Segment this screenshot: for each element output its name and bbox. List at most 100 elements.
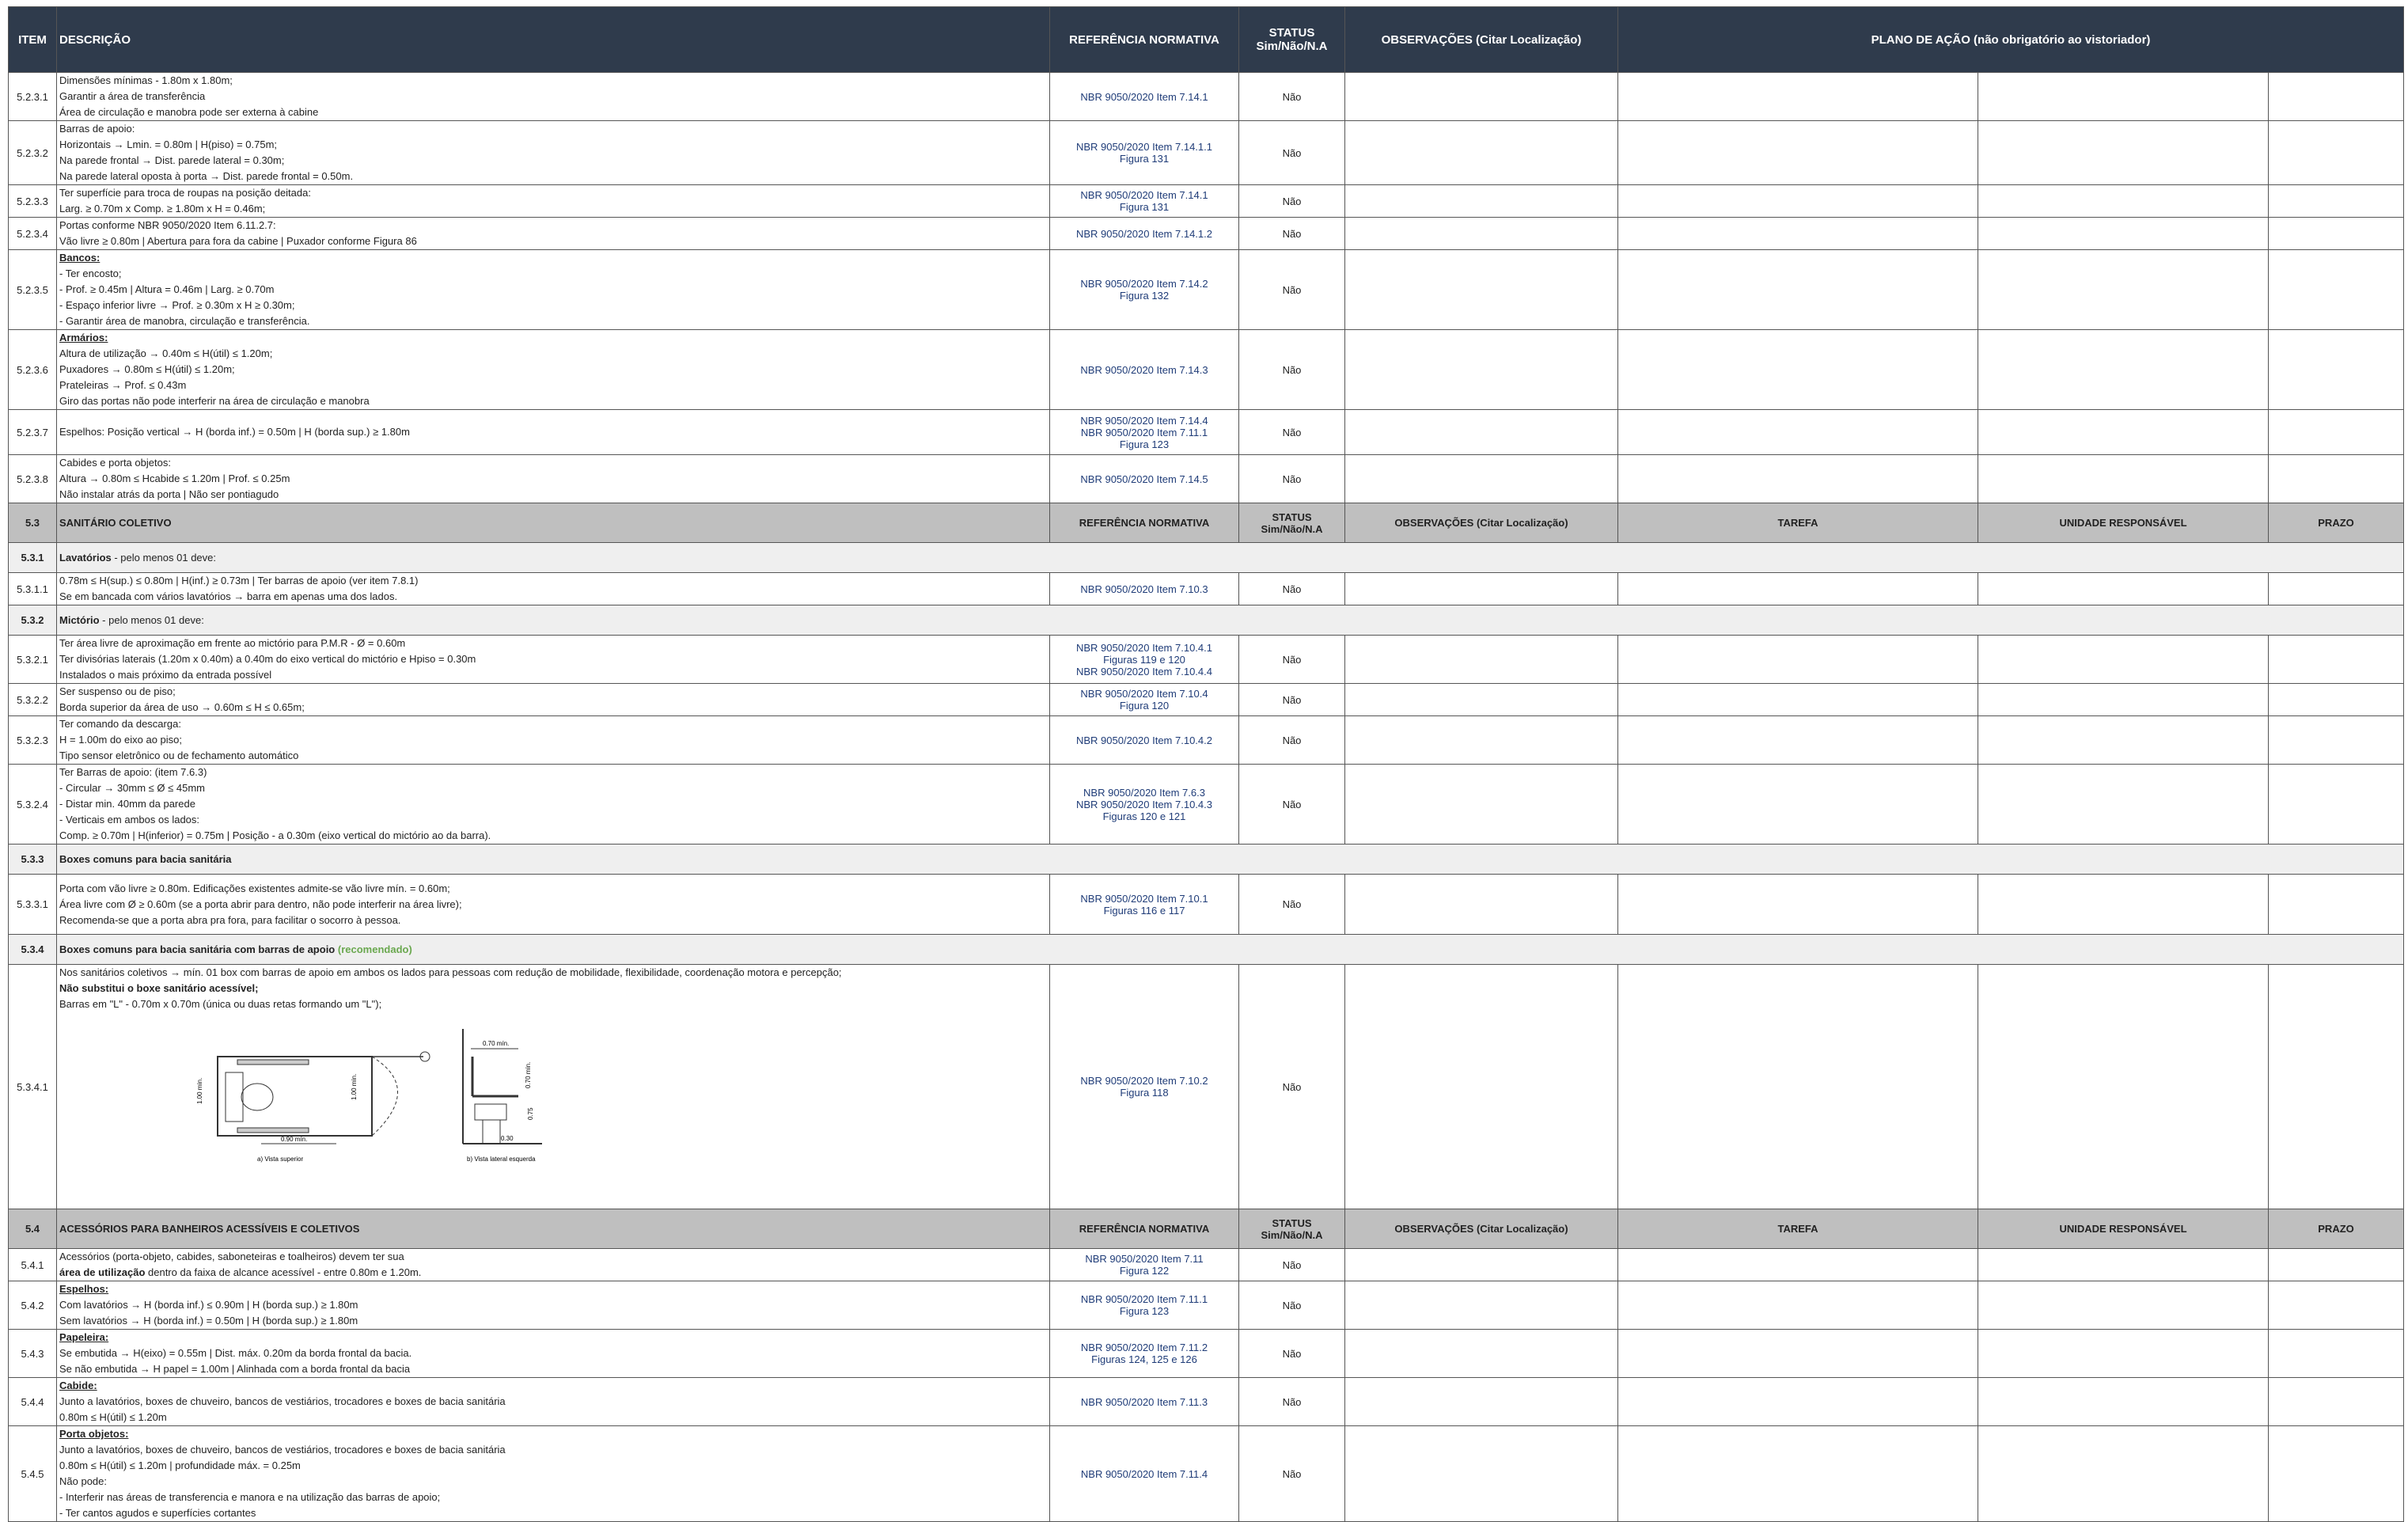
tarefa-cell[interactable] xyxy=(1617,874,1978,935)
unidade-cell[interactable] xyxy=(1978,72,2269,121)
prazo-cell[interactable] xyxy=(2267,249,2405,330)
observacoes-cell[interactable] xyxy=(1344,874,1618,935)
prazo-cell[interactable] xyxy=(2267,1425,2405,1522)
prazo-cell[interactable] xyxy=(2267,683,2405,716)
unidade-cell[interactable] xyxy=(1978,1377,2269,1426)
unidade-cell[interactable] xyxy=(1978,120,2269,185)
tarefa-cell[interactable] xyxy=(1617,217,1978,250)
status-value[interactable]: Não xyxy=(1238,635,1345,684)
unidade-cell[interactable] xyxy=(1978,1281,2269,1330)
tarefa-cell[interactable] xyxy=(1617,72,1978,121)
observacoes-cell[interactable] xyxy=(1344,635,1618,684)
prazo-cell[interactable] xyxy=(2267,635,2405,684)
tarefa-cell[interactable] xyxy=(1617,683,1978,716)
prazo-cell[interactable] xyxy=(2267,715,2405,765)
status-value[interactable]: Não xyxy=(1238,409,1345,455)
tarefa-cell[interactable] xyxy=(1617,764,1978,845)
prazo-cell[interactable] xyxy=(2267,409,2405,455)
unidade-cell[interactable] xyxy=(1978,764,2269,845)
tarefa-cell[interactable] xyxy=(1617,329,1978,410)
prazo-cell[interactable] xyxy=(2267,454,2405,503)
observacoes-cell[interactable] xyxy=(1344,764,1618,845)
status-value[interactable]: Não xyxy=(1238,1425,1345,1522)
observacoes-cell[interactable] xyxy=(1344,249,1618,330)
prazo-cell[interactable] xyxy=(2267,72,2405,121)
unidade-cell[interactable] xyxy=(1978,874,2269,935)
status-value[interactable]: Não xyxy=(1238,72,1345,121)
prazo-cell[interactable] xyxy=(2267,120,2405,185)
status-value[interactable]: Não xyxy=(1238,184,1345,218)
status-value[interactable]: Não xyxy=(1238,683,1345,716)
prazo-cell[interactable] xyxy=(2267,1248,2405,1281)
prazo-cell[interactable] xyxy=(2267,1329,2405,1378)
observacoes-cell[interactable] xyxy=(1344,715,1618,765)
status-value[interactable]: Não xyxy=(1238,217,1345,250)
prazo-cell[interactable] xyxy=(2267,874,2405,935)
tarefa-cell[interactable] xyxy=(1617,1248,1978,1281)
status-value[interactable]: Não xyxy=(1238,1377,1345,1426)
unidade-cell[interactable] xyxy=(1978,249,2269,330)
observacoes-cell[interactable] xyxy=(1344,409,1618,455)
unidade-cell[interactable] xyxy=(1978,964,2269,1209)
tarefa-cell[interactable] xyxy=(1617,1377,1978,1426)
prazo-cell[interactable] xyxy=(2267,764,2405,845)
unidade-cell[interactable] xyxy=(1978,683,2269,716)
observacoes-cell[interactable] xyxy=(1344,217,1618,250)
unidade-cell[interactable] xyxy=(1978,1248,2269,1281)
unidade-cell[interactable] xyxy=(1978,715,2269,765)
tarefa-cell[interactable] xyxy=(1617,635,1978,684)
tarefa-cell[interactable] xyxy=(1617,715,1978,765)
observacoes-cell[interactable] xyxy=(1344,964,1618,1209)
prazo-cell[interactable] xyxy=(2267,1281,2405,1330)
status-value[interactable]: Não xyxy=(1238,572,1345,605)
tarefa-cell[interactable] xyxy=(1617,184,1978,218)
observacoes-cell[interactable] xyxy=(1344,329,1618,410)
observacoes-cell[interactable] xyxy=(1344,572,1618,605)
prazo-cell[interactable] xyxy=(2267,572,2405,605)
unidade-cell[interactable] xyxy=(1978,1425,2269,1522)
observacoes-cell[interactable] xyxy=(1344,454,1618,503)
unidade-cell[interactable] xyxy=(1978,329,2269,410)
unidade-cell[interactable] xyxy=(1978,572,2269,605)
status-value[interactable]: Não xyxy=(1238,764,1345,845)
status-value[interactable]: Não xyxy=(1238,1248,1345,1281)
status-value[interactable]: Não xyxy=(1238,120,1345,185)
status-value[interactable]: Não xyxy=(1238,964,1345,1209)
observacoes-cell[interactable] xyxy=(1344,120,1618,185)
tarefa-cell[interactable] xyxy=(1617,1281,1978,1330)
observacoes-cell[interactable] xyxy=(1344,1281,1618,1330)
tarefa-cell[interactable] xyxy=(1617,1425,1978,1522)
status-value[interactable]: Não xyxy=(1238,329,1345,410)
prazo-cell[interactable] xyxy=(2267,964,2405,1209)
unidade-cell[interactable] xyxy=(1978,454,2269,503)
observacoes-cell[interactable] xyxy=(1344,72,1618,121)
status-value[interactable]: Não xyxy=(1238,1329,1345,1378)
prazo-cell[interactable] xyxy=(2267,184,2405,218)
status-value[interactable]: Não xyxy=(1238,454,1345,503)
prazo-cell[interactable] xyxy=(2267,217,2405,250)
tarefa-cell[interactable] xyxy=(1617,120,1978,185)
tarefa-cell[interactable] xyxy=(1617,454,1978,503)
observacoes-cell[interactable] xyxy=(1344,1425,1618,1522)
status-value[interactable]: Não xyxy=(1238,715,1345,765)
tarefa-cell[interactable] xyxy=(1617,964,1978,1209)
unidade-cell[interactable] xyxy=(1978,217,2269,250)
status-value[interactable]: Não xyxy=(1238,249,1345,330)
observacoes-cell[interactable] xyxy=(1344,683,1618,716)
observacoes-cell[interactable] xyxy=(1344,1377,1618,1426)
tarefa-cell[interactable] xyxy=(1617,1329,1978,1378)
tarefa-cell[interactable] xyxy=(1617,409,1978,455)
observacoes-cell[interactable] xyxy=(1344,1329,1618,1378)
unidade-cell[interactable] xyxy=(1978,184,2269,218)
unidade-cell[interactable] xyxy=(1978,409,2269,455)
unidade-cell[interactable] xyxy=(1978,635,2269,684)
prazo-cell[interactable] xyxy=(2267,1377,2405,1426)
tarefa-cell[interactable] xyxy=(1617,572,1978,605)
status-value[interactable]: Não xyxy=(1238,874,1345,935)
prazo-cell[interactable] xyxy=(2267,329,2405,410)
observacoes-cell[interactable] xyxy=(1344,184,1618,218)
observacoes-cell[interactable] xyxy=(1344,1248,1618,1281)
unidade-cell[interactable] xyxy=(1978,1329,2269,1378)
status-value[interactable]: Não xyxy=(1238,1281,1345,1330)
tarefa-cell[interactable] xyxy=(1617,249,1978,330)
